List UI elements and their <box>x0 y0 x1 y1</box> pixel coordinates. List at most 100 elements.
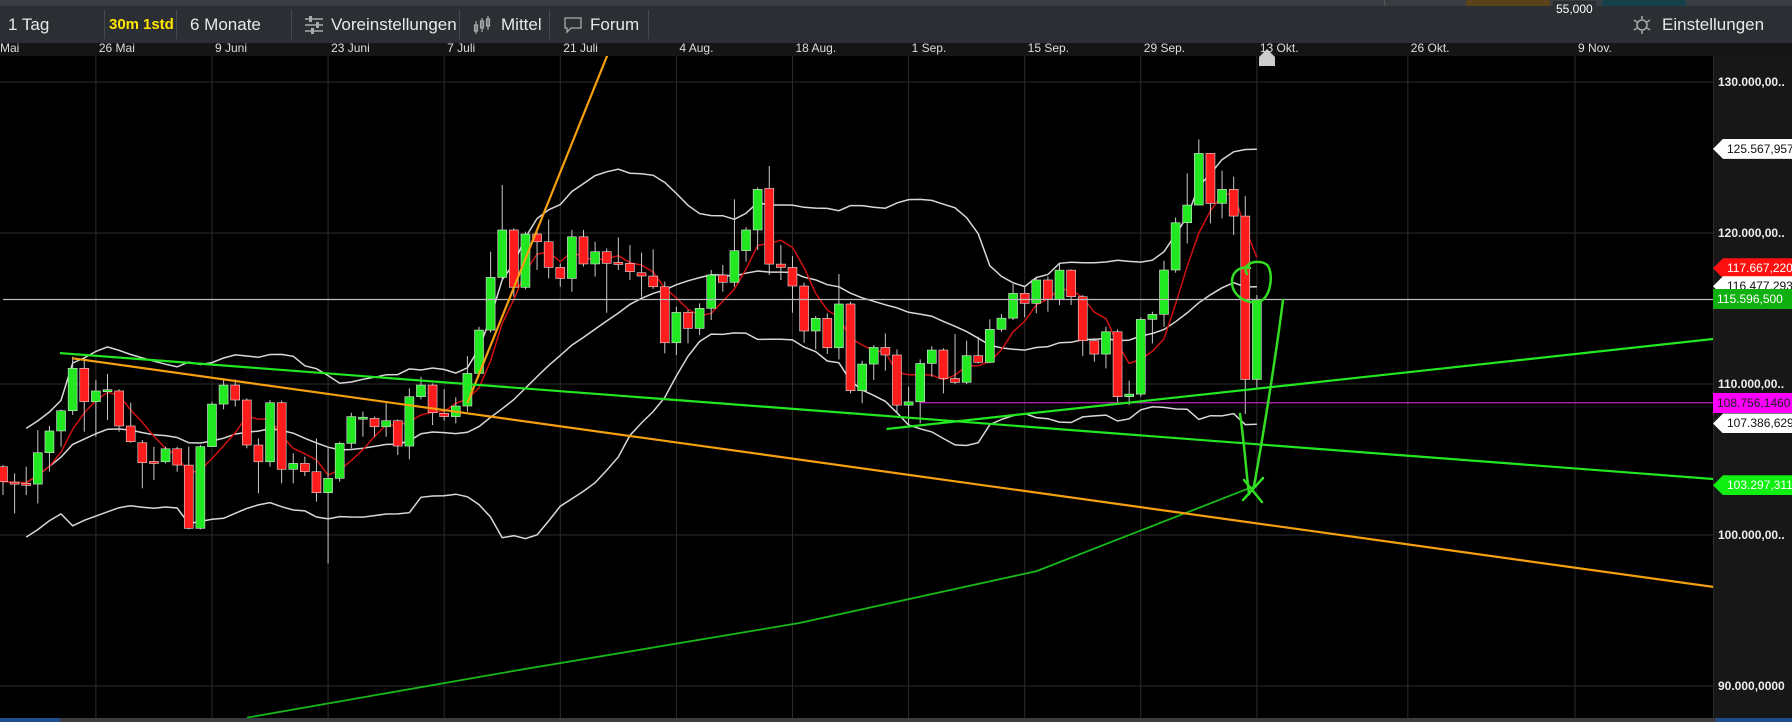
bearish-candle-body <box>880 347 891 356</box>
y-tick-label: 120.000,00.. <box>1718 226 1785 240</box>
candle <box>1147 311 1158 344</box>
bullish-candle-body <box>985 329 995 363</box>
bearish-candle-body <box>125 425 136 442</box>
drawn-lines <box>3 56 1713 589</box>
bullish-candle-body <box>706 274 717 309</box>
price-tag: 115.596,500 <box>1713 289 1792 310</box>
bearish-candle-body <box>79 367 90 402</box>
candle <box>1008 284 1018 320</box>
bullish-candle-body <box>729 250 740 283</box>
bearish-candle-body <box>114 390 124 427</box>
candle <box>56 409 66 447</box>
candle <box>253 438 264 494</box>
bullish-candle-body <box>810 318 821 332</box>
price-tag: 117.667,220 <box>1713 258 1792 279</box>
candle <box>427 383 438 426</box>
candle <box>764 165 775 275</box>
candle <box>44 425 55 472</box>
candle <box>601 248 612 313</box>
scroll-indicator[interactable] <box>0 718 60 722</box>
bullish-candle-body <box>868 347 879 365</box>
bullish-candle-body <box>1135 319 1146 395</box>
candle <box>659 281 670 354</box>
bearish-candle-body <box>392 420 403 447</box>
bearish-candle-body <box>938 349 949 379</box>
candle <box>961 340 972 385</box>
candle <box>776 245 786 281</box>
candle <box>1077 295 1088 357</box>
bullish-candle-body <box>567 236 577 279</box>
candle <box>67 356 78 415</box>
bullish-candle-body <box>265 402 275 463</box>
bearish-candle-body <box>137 442 148 463</box>
candle <box>1240 196 1251 415</box>
candle <box>300 456 310 477</box>
candle <box>276 400 287 484</box>
bearish-candle-body <box>1077 296 1088 341</box>
candle <box>903 386 914 426</box>
scroll-indicator[interactable] <box>1716 718 1792 722</box>
candle <box>392 419 403 455</box>
candle <box>183 446 194 530</box>
bearish-candle-body <box>718 274 728 283</box>
candle <box>323 446 333 564</box>
candle <box>230 379 240 407</box>
candle <box>102 374 113 421</box>
bullish-candle-body <box>381 420 391 428</box>
bearish-candle-body <box>648 275 658 288</box>
bullish-candle-body <box>288 463 299 470</box>
candle <box>485 251 496 333</box>
candle <box>218 378 229 410</box>
price-tag: 107.386,629 <box>1713 413 1792 434</box>
candle <box>555 263 566 287</box>
bearish-candle-body <box>892 354 902 406</box>
y-tick-label: 110.000,00.. <box>1718 377 1785 391</box>
bearish-candle-body <box>1043 279 1053 300</box>
candle <box>636 252 647 297</box>
bullish-candle-body <box>1252 299 1262 380</box>
bullish-candle-body <box>1101 331 1111 355</box>
candle <box>706 269 717 320</box>
candle <box>857 360 867 404</box>
bullish-candle-body <box>67 367 78 412</box>
current-date-marker-icon[interactable] <box>1259 49 1275 57</box>
candle <box>718 265 728 292</box>
candle <box>613 237 624 270</box>
candle <box>0 465 8 495</box>
candle <box>926 346 937 377</box>
candle <box>996 314 1007 332</box>
candle <box>497 184 508 281</box>
bearish-candle-body <box>845 303 856 391</box>
bearish-candle-body <box>764 188 775 265</box>
bearish-candle-body <box>311 471 322 494</box>
candle <box>729 199 740 287</box>
bearish-candle-body <box>276 402 287 470</box>
candle <box>439 389 449 421</box>
bullish-candle-body <box>497 229 508 278</box>
price-chart[interactable] <box>0 0 1792 722</box>
candle <box>799 282 809 343</box>
bullish-candle-body <box>1159 269 1169 315</box>
bearish-candle-body <box>1228 189 1239 217</box>
candle <box>207 401 217 447</box>
bearish-candle-body <box>659 286 670 344</box>
candle <box>346 412 357 449</box>
y-tick-label: 130.000,00.. <box>1718 75 1785 89</box>
bullish-candle-body <box>1147 314 1158 320</box>
candle <box>845 301 856 394</box>
candle <box>648 249 658 289</box>
candle <box>265 400 275 467</box>
bottom-strip <box>0 718 1792 722</box>
candle <box>1101 326 1111 369</box>
bullish-candle-body <box>44 430 55 454</box>
bullish-candle-body <box>857 363 867 391</box>
bearish-candle-body <box>601 251 612 264</box>
bearish-candle-body <box>230 384 240 401</box>
candle <box>752 187 763 251</box>
candle <box>1170 217 1181 273</box>
candle <box>787 256 798 313</box>
bearish-candle-body <box>950 378 960 383</box>
bearish-candle-body <box>149 461 159 464</box>
candle <box>822 313 833 354</box>
long-moving-average <box>246 484 1258 718</box>
